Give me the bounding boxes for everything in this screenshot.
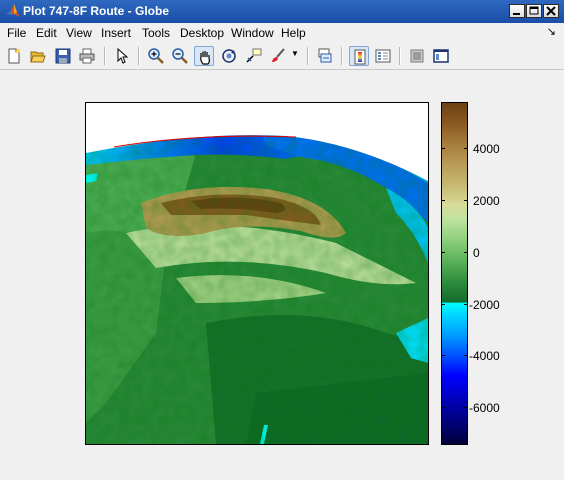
colorbar-icon (354, 49, 366, 65)
brush-button[interactable] (268, 46, 288, 66)
menu-bar: File Edit View Insert Tools Desktop Wind… (0, 23, 564, 43)
zoom-out-button[interactable] (170, 46, 190, 66)
colorbar-tick (441, 355, 445, 356)
brush-dropdown-arrow-icon[interactable]: ▼ (291, 49, 299, 58)
menu-edit[interactable]: Edit (36, 26, 57, 40)
colorbar-tick-label: 4000 (473, 142, 500, 156)
new-file-icon (8, 48, 20, 64)
print-figure-button[interactable] (77, 46, 97, 66)
legend-icon (375, 49, 391, 63)
colorbar-tick-label: 0 (473, 246, 480, 260)
figure-toolbar: ▼ (0, 43, 564, 70)
close-icon (546, 6, 556, 16)
matlab-logo-icon (6, 4, 20, 17)
menu-tools[interactable]: Tools (142, 26, 170, 40)
show-plot-tools-button[interactable] (431, 46, 451, 66)
title-bar: Plot 747-8F Route - Globe (0, 0, 564, 24)
colorbar-tick (441, 407, 445, 408)
toolbar-separator (104, 47, 106, 65)
colorbar-tick (464, 407, 468, 408)
colorbar-tick (441, 200, 445, 201)
dock-arrow-icon[interactable]: ↘ (547, 25, 556, 38)
menu-window[interactable]: Window (231, 26, 274, 40)
link-plot-button[interactable] (315, 46, 335, 66)
zoom-out-icon (172, 48, 188, 64)
rotate-icon (222, 49, 236, 63)
zoom-in-icon (148, 48, 164, 64)
colorbar-tick (464, 355, 468, 356)
colorbar-tick-label: -4000 (469, 349, 500, 363)
colorbar-tick-label: -6000 (469, 401, 500, 415)
folder-open-icon (30, 51, 46, 63)
new-figure-button[interactable] (4, 46, 24, 66)
open-file-button[interactable] (28, 46, 48, 66)
window-title: Plot 747-8F Route - Globe (23, 4, 170, 18)
close-button[interactable] (543, 4, 559, 18)
menu-insert[interactable]: Insert (101, 26, 131, 40)
hide-plot-tools-button[interactable] (407, 46, 427, 66)
colorbar-tick (464, 252, 468, 253)
toolbar-separator (399, 47, 401, 65)
menu-file[interactable]: File (7, 26, 26, 40)
link-icon (318, 48, 332, 63)
zoom-in-button[interactable] (146, 46, 166, 66)
brush-icon (272, 48, 285, 62)
data-cursor-button[interactable] (244, 46, 264, 66)
hide-tools-icon (410, 49, 424, 63)
minimize-button[interactable] (509, 4, 525, 18)
globe-terrain-map (86, 103, 428, 444)
save-figure-button[interactable] (53, 46, 73, 66)
elevation-colorbar[interactable] (441, 102, 468, 445)
minimize-icon (513, 13, 520, 15)
data-cursor-icon (246, 48, 262, 63)
colorbar-tick (464, 200, 468, 201)
toolbar-separator (307, 47, 309, 65)
menu-desktop[interactable]: Desktop (180, 26, 224, 40)
menu-help[interactable]: Help (281, 26, 306, 40)
maximize-icon (529, 6, 539, 15)
colorbar-tick (464, 148, 468, 149)
edit-plot-button[interactable] (112, 46, 132, 66)
maximize-button[interactable] (526, 4, 542, 18)
insert-legend-button[interactable] (373, 46, 393, 66)
rotate-3d-button[interactable] (219, 46, 239, 66)
insert-colorbar-button[interactable] (349, 46, 369, 66)
toolbar-separator (138, 47, 140, 65)
colorbar-tick-label: 2000 (473, 194, 500, 208)
colorbar-tick (441, 252, 445, 253)
colorbar-tick (464, 304, 468, 305)
colorbar-tick-label: -2000 (469, 298, 500, 312)
colorbar-tick (441, 148, 445, 149)
save-icon (55, 48, 71, 64)
pointer-arrow-icon (117, 48, 129, 64)
colorbar-tick (441, 304, 445, 305)
printer-icon (79, 48, 95, 64)
menu-view[interactable]: View (66, 26, 92, 40)
toolbar-separator (341, 47, 343, 65)
globe-axes[interactable] (85, 102, 429, 445)
pan-button[interactable] (194, 46, 214, 66)
show-tools-icon (433, 49, 449, 63)
hand-icon (200, 51, 210, 65)
